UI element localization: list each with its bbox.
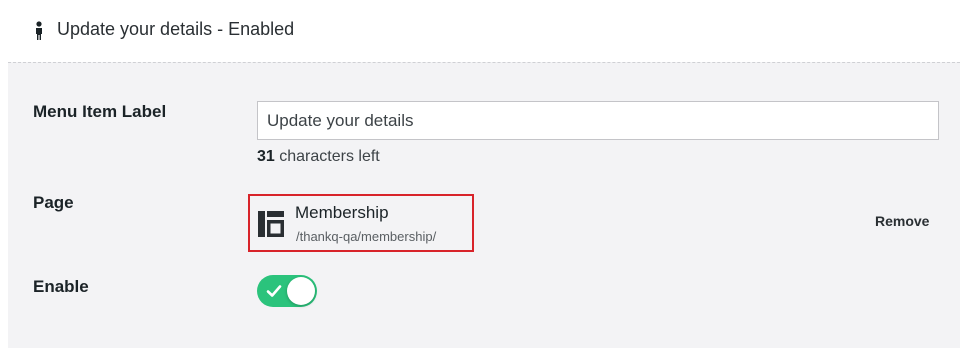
selected-page-path: /thankq-qa/membership/: [296, 229, 437, 244]
checkmark-icon: [266, 285, 282, 297]
enable-label: Enable: [33, 277, 89, 296]
menu-item-label-label: Menu Item Label: [33, 102, 167, 121]
selected-page-card[interactable]: Membership /thankq-qa/membership/: [248, 194, 474, 252]
page-layout-icon: [258, 211, 284, 237]
remove-page-button[interactable]: Remove: [875, 213, 929, 229]
page-title: Update your details - Enabled: [57, 19, 295, 39]
characters-left-text: characters left: [279, 148, 380, 165]
characters-left-counter: 31 characters left: [257, 148, 380, 166]
enable-toggle[interactable]: [257, 275, 317, 307]
page-label: Page: [33, 193, 74, 212]
editor-header: Update your details - Enabled: [0, 0, 960, 62]
user-icon: [36, 21, 42, 40]
toggle-knob: [287, 277, 315, 305]
selected-page-name: Membership: [295, 203, 389, 222]
characters-left-number: 31: [257, 148, 275, 165]
menu-item-label-input[interactable]: [257, 101, 939, 140]
